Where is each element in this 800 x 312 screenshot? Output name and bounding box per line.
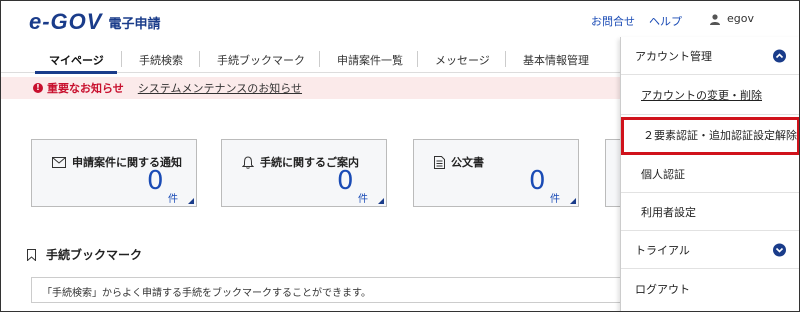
menu-account-change[interactable]: アカウントの変更・削除 [621,75,799,115]
nav-divider [199,51,200,67]
card-unit: 件 [168,194,178,205]
card-unit: 件 [358,194,368,205]
menu-logout[interactable]: ログアウト [621,269,799,309]
document-icon [434,155,445,169]
notice-label: 重要なお知らせ [47,82,124,95]
nav-divider [319,51,320,67]
logout-label: ログアウト [635,283,690,296]
nav-divider [505,51,506,67]
contact-link[interactable]: お問合せ [591,13,635,29]
account-dropdown: アカウント管理 アカウントの変更・削除 ２要素認証・追加認証設定解除 個人認証 … [620,37,799,311]
alert-icon: ! [33,83,43,93]
important-notice-bar: ! 重要なお知らせ システムメンテナンスのお知らせ [1,77,621,99]
user-name: egov [727,12,754,25]
card-corner-mark [188,198,194,204]
page-frame: e-GOV 電子申請 お問合せ ヘルプ egov マイページ 手続検索 手続ブッ… [0,0,800,312]
card-procedure-guidance[interactable]: 手続に関するご案内 0 件 [221,139,387,207]
account-management-label: アカウント管理 [635,49,712,63]
bookmark-section-title: 手続ブックマーク [27,246,142,263]
menu-user-settings[interactable]: 利用者設定 [621,193,799,231]
tab-messages[interactable]: メッセージ [435,52,490,68]
tab-applications[interactable]: 申請案件一覧 [337,52,403,68]
trial-header[interactable]: トライアル [621,231,799,269]
bookmark-description: 「手続検索」からよく申請する手続をブックマークすることができます。 [42,288,371,299]
user-settings-label: 利用者設定 [641,205,696,219]
bell-icon [242,155,254,169]
card-corner-mark [378,198,384,204]
user-menu[interactable]: egov [709,12,754,25]
envelope-icon [52,156,66,168]
logo-text: 電子申請 [108,16,161,32]
card-corner-mark [570,198,576,204]
card-count: 0 [147,166,164,196]
bookmark-icon [27,248,36,261]
nav-divider [121,51,122,67]
card-title-text: 公文書 [451,156,484,169]
chevron-up-icon [773,49,786,62]
maintenance-notice-link[interactable]: システムメンテナンスのお知らせ [138,80,302,96]
nav-divider [417,51,418,67]
tab-basic-info[interactable]: 基本情報管理 [523,52,589,68]
card-title-text: 申請案件に関する通知 [72,156,182,169]
trial-label: トライアル [635,243,690,257]
account-change-label: アカウントの変更・削除 [641,88,762,102]
card-application-notices[interactable]: 申請案件に関する通知 0 件 [31,139,197,207]
logo-mark: e-GOV [29,9,103,34]
personal-auth-label: 個人認証 [641,167,685,181]
card-count: 0 [337,166,354,196]
tab-bookmark[interactable]: 手続ブックマーク [217,52,305,68]
help-link[interactable]: ヘルプ [649,13,682,29]
user-icon [710,13,720,25]
bookmark-title-text: 手続ブックマーク [46,248,143,262]
card-count: 0 [529,166,546,196]
highlight-box [621,117,799,155]
tab-procedure-search[interactable]: 手続検索 [139,52,183,68]
header: e-GOV 電子申請 お問合せ ヘルプ egov [1,1,799,41]
tab-mypage[interactable]: マイページ [49,52,104,68]
egov-logo[interactable]: e-GOV 電子申請 [29,9,160,35]
card-official-documents[interactable]: 公文書 0 件 [413,139,579,207]
card-title: 公文書 [434,154,484,170]
card-unit: 件 [550,194,560,205]
menu-personal-auth[interactable]: 個人認証 [621,155,799,193]
chevron-down-icon [773,243,786,256]
main-nav: マイページ 手続検索 手続ブックマーク 申請案件一覧 メッセージ 基本情報管理 [1,45,621,74]
account-management-header[interactable]: アカウント管理 [621,37,799,75]
tab-active-indicator [35,71,117,74]
